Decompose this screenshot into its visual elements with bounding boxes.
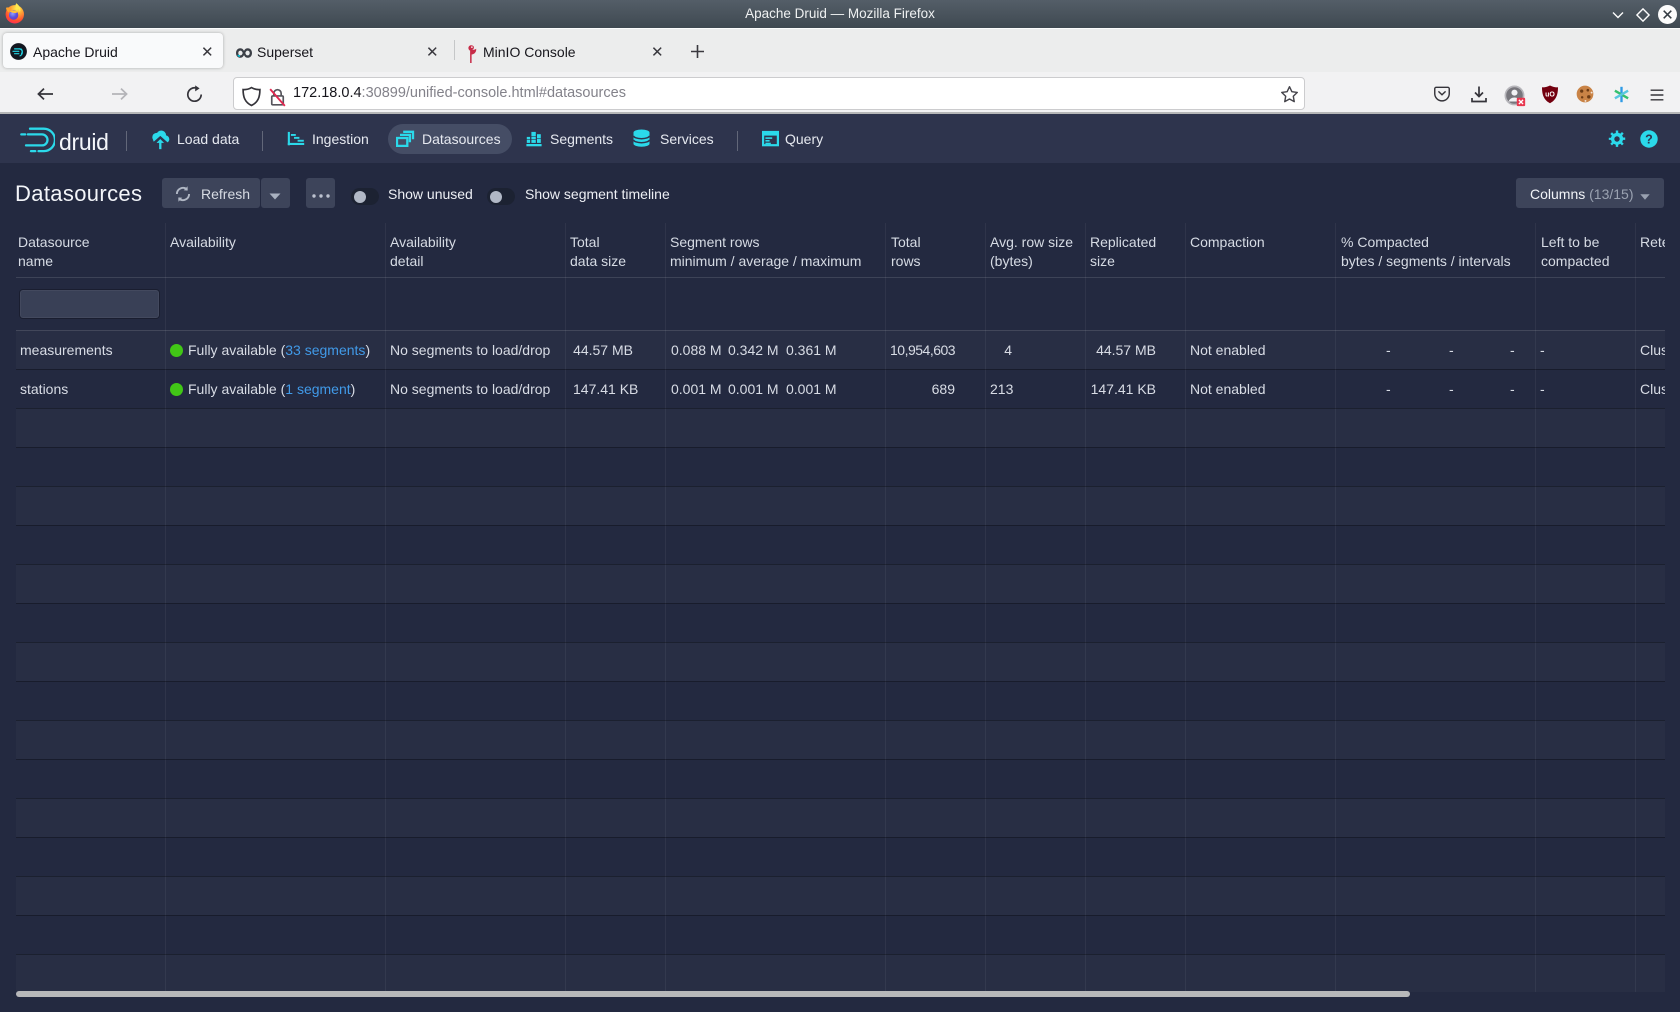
svg-text:uO: uO bbox=[1545, 92, 1555, 99]
